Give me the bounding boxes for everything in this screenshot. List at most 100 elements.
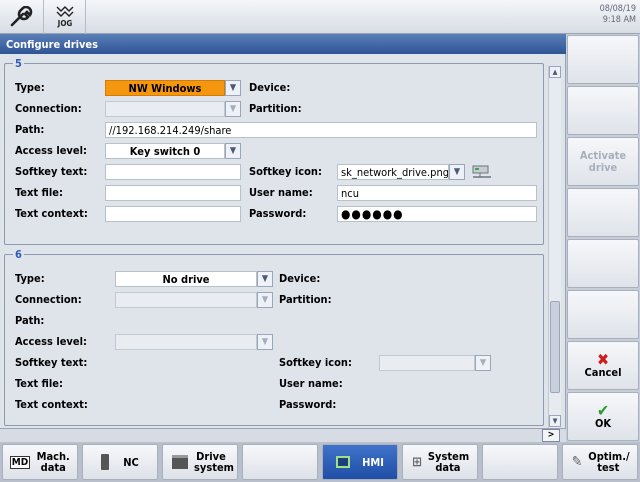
text-file-label: Text file:	[15, 186, 63, 199]
access-level-value	[115, 334, 257, 350]
vsk-6[interactable]	[567, 290, 639, 339]
activate-drive-button[interactable]: Activate drive	[567, 137, 639, 186]
type-label: Type:	[15, 272, 45, 285]
user-name-input[interactable]: ncu	[337, 185, 537, 201]
top-bar: JOG 08/08/19 9:18 AM	[0, 0, 640, 34]
chevron-down-icon[interactable]: ▼	[225, 101, 241, 117]
ok-button[interactable]: ✔ OK	[567, 392, 639, 441]
nc-button[interactable]: NC	[82, 444, 158, 480]
partition-label: Partition:	[279, 293, 332, 306]
connection-combo[interactable]: ▼	[115, 292, 273, 308]
connection-combo[interactable]: ▼	[105, 101, 241, 117]
optim-icon: ✎	[571, 453, 583, 470]
softkey-text-label: Softkey text:	[15, 165, 88, 178]
system-data-icon: ⊞	[412, 454, 422, 470]
text-file-input[interactable]	[105, 185, 241, 201]
path-label: Path:	[15, 314, 45, 327]
password-label: Password:	[279, 398, 337, 411]
main-panel: 5 Type: NW Windows ▼ Device: Connection:…	[0, 54, 566, 428]
type-combo[interactable]: NW Windows ▼	[105, 80, 241, 96]
chevron-down-icon[interactable]: ▼	[257, 334, 273, 350]
connection-value	[105, 101, 225, 117]
drive-group-5: 5 Type: NW Windows ▼ Device: Connection:…	[4, 57, 544, 245]
partition-label: Partition:	[249, 102, 302, 115]
system-data-label: System data	[427, 450, 470, 474]
chevron-down-icon[interactable]: ▼	[257, 292, 273, 308]
group-title: 6	[13, 248, 24, 261]
ok-icon: ✔	[596, 400, 610, 420]
drive-icon	[172, 455, 188, 469]
nc-label: NC	[123, 455, 139, 469]
access-level-value: Key switch 0	[105, 143, 225, 159]
chevron-down-icon[interactable]: ▼	[257, 271, 273, 287]
chevron-down-icon[interactable]: ▼	[449, 164, 465, 180]
softkey-icon-label: Softkey icon:	[249, 165, 322, 178]
scroll-thumb[interactable]	[550, 301, 560, 393]
text-context-label: Text context:	[15, 398, 88, 411]
cancel-button[interactable]: ✖ Cancel	[567, 341, 639, 390]
type-value: NW Windows	[105, 80, 225, 96]
mach-data-label: Mach. data	[36, 450, 70, 474]
connection-label: Connection:	[15, 293, 82, 306]
drive-system-label: Drive system	[194, 450, 234, 474]
vertical-softkey-bar: Activate drive ✖ Cancel ✔ OK	[566, 34, 640, 442]
chevron-down-icon[interactable]: ▼	[225, 80, 241, 96]
optim-test-button[interactable]: ✎ Optim./ test	[562, 444, 638, 480]
chevron-down-icon[interactable]: ▼	[475, 355, 491, 371]
hsk-7[interactable]	[482, 444, 558, 480]
user-name-label: User name:	[249, 186, 313, 199]
vsk-5[interactable]	[567, 239, 639, 288]
activate-drive-label: Activate drive	[579, 148, 627, 174]
wrench-icon[interactable]	[0, 0, 44, 34]
status-bar: >	[0, 428, 566, 442]
access-level-combo[interactable]: Key switch 0 ▼	[105, 143, 241, 159]
vsk-2[interactable]	[567, 86, 639, 135]
text-context-input[interactable]	[105, 206, 241, 222]
softkey-icon-combo[interactable]: sk_network_drive.png ▼	[337, 164, 465, 180]
nc-icon	[101, 454, 110, 470]
connection-label: Connection:	[15, 102, 82, 115]
vertical-scrollbar[interactable]: ▲ ▼	[548, 66, 561, 428]
chevron-down-icon[interactable]: ▼	[225, 143, 241, 159]
user-name-label: User name:	[279, 377, 343, 390]
type-value: No drive	[115, 271, 257, 287]
vsk-1[interactable]	[567, 35, 639, 84]
horizontal-softkey-bar: MD Mach. data NC Drive system HMI ⊞ Syst…	[0, 442, 640, 482]
softkey-icon-combo[interactable]: ▼	[379, 355, 491, 371]
scroll-down-icon[interactable]: ▼	[549, 415, 561, 427]
access-level-label: Access level:	[15, 335, 87, 348]
hsk-4[interactable]	[242, 444, 318, 480]
text-file-label: Text file:	[15, 377, 63, 390]
type-combo[interactable]: No drive ▼	[115, 271, 273, 287]
cancel-label: Cancel	[584, 365, 622, 379]
hmi-button[interactable]: HMI	[322, 444, 398, 480]
mach-data-button[interactable]: MD Mach. data	[2, 444, 78, 480]
cancel-icon: ✖	[596, 349, 610, 369]
group-title: 5	[13, 57, 24, 70]
time-text: 9:18 AM	[602, 15, 636, 25]
system-data-button[interactable]: ⊞ System data	[402, 444, 478, 480]
access-level-combo[interactable]: ▼	[115, 334, 273, 350]
softkey-icon-value	[379, 355, 475, 371]
next-page-button[interactable]: >	[542, 429, 560, 442]
md-icon: MD	[9, 455, 31, 469]
softkey-text-input[interactable]	[105, 164, 241, 180]
path-input[interactable]: //192.168.214.249/share	[105, 122, 537, 138]
softkey-text-label: Softkey text:	[15, 356, 88, 369]
network-drive-icon	[471, 161, 493, 181]
mode-label: JOG	[57, 19, 73, 28]
password-label: Password:	[249, 207, 307, 220]
device-label: Device:	[249, 81, 291, 94]
datetime: 08/08/19 9:18 AM	[600, 4, 636, 26]
drive-system-button[interactable]: Drive system	[162, 444, 238, 480]
vsk-4[interactable]	[567, 188, 639, 237]
device-label: Device:	[279, 272, 321, 285]
hmi-icon	[336, 456, 351, 468]
date-text: 08/08/19	[599, 4, 636, 14]
scroll-up-icon[interactable]: ▲	[549, 66, 561, 78]
password-input[interactable]: ●●●●●●	[337, 206, 537, 222]
softkey-icon-label: Softkey icon:	[279, 356, 352, 369]
softkey-icon-value: sk_network_drive.png	[337, 164, 449, 180]
ok-label: OK	[594, 416, 612, 430]
optim-test-label: Optim./ test	[588, 450, 630, 474]
